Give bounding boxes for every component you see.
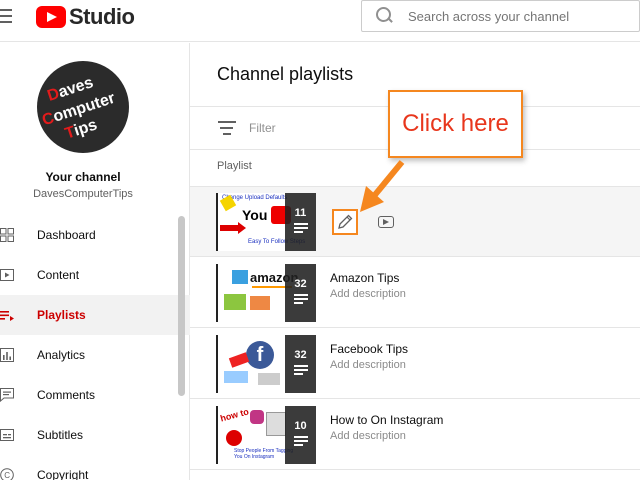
sidebar-item-label: Subtitles: [37, 428, 84, 442]
facebook-logo-graphic: f: [246, 341, 274, 369]
channel-handle: DavesComputerTips: [33, 188, 133, 200]
subtitles-icon: [0, 429, 14, 441]
sidebar-nav: Dashboard Content Playlists Analytics Co…: [0, 215, 190, 480]
playlist-description[interactable]: Add description: [330, 359, 406, 371]
sidebar-item-label: Copyright: [37, 468, 89, 480]
callout-text: Click here: [402, 110, 509, 137]
column-header-playlist: Playlist: [217, 160, 252, 172]
product-graphic: [224, 294, 246, 310]
youtube-word-graphic: You: [242, 207, 268, 223]
sidebar-item-subtitles[interactable]: Subtitles: [0, 415, 190, 455]
callout-arrow: [360, 160, 405, 212]
playlist-icon: [293, 294, 308, 304]
playlist-thumbnail[interactable]: amazon 32: [216, 264, 316, 322]
video-count-overlay: 10: [285, 406, 316, 464]
playlist-thumbnail[interactable]: Change Upload Defaults You Easy To Follo…: [216, 193, 316, 251]
table-row[interactable]: amazon 32 Amazon Tips Add description: [190, 258, 640, 328]
sidebar-item-content[interactable]: Content: [0, 255, 190, 295]
video-count-overlay: 32: [285, 264, 316, 322]
sidebar-item-analytics[interactable]: Analytics: [0, 335, 190, 375]
sidebar-item-label: Playlists: [37, 308, 86, 322]
svg-text:C: C: [4, 471, 10, 480]
search-icon: [376, 7, 394, 25]
red-arrow-graphic: [220, 225, 238, 231]
sidebar: Daves Computer Tips Your channel DavesCo…: [0, 43, 190, 480]
sidebar-item-copyright[interactable]: C Copyright: [0, 455, 190, 480]
sidebar-item-label: Dashboard: [37, 228, 96, 242]
fake-stamp-graphic: [228, 352, 250, 368]
your-channel-label: Your channel: [45, 170, 121, 184]
sidebar-item-label: Content: [37, 268, 80, 282]
product-graphic: [250, 296, 270, 310]
youtube-studio-logo[interactable]: Studio: [36, 4, 135, 30]
playlist-icon: [293, 365, 308, 375]
table-row[interactable]: Change Upload Defaults You Easy To Follo…: [190, 187, 640, 257]
blue-box-graphic: [232, 270, 248, 284]
video-count: 11: [294, 207, 307, 219]
analytics-icon: [0, 348, 14, 362]
menu-icon[interactable]: [0, 9, 16, 25]
playlist-thumbnail[interactable]: how to Stop People From Tagging You On I…: [216, 406, 316, 464]
content-icon: [0, 269, 14, 281]
top-header: Studio Search across your channel: [0, 0, 640, 42]
table-row[interactable]: how to Stop People From Tagging You On I…: [190, 400, 640, 470]
filter-icon[interactable]: [218, 121, 236, 135]
avatar[interactable]: Daves Computer Tips: [37, 61, 129, 153]
playlist-thumbnail[interactable]: f 32: [216, 335, 316, 393]
youtube-play-icon: [36, 6, 66, 28]
stop-sign-graphic: [226, 430, 242, 446]
sidebar-item-playlists[interactable]: Playlists: [0, 295, 190, 335]
logo-text: Studio: [69, 4, 135, 29]
video-count: 10: [294, 420, 307, 432]
playlist-description[interactable]: Add description: [330, 430, 406, 442]
playlist-icon: [293, 436, 308, 446]
video-count-overlay: 32: [285, 335, 316, 393]
video-count: 32: [294, 349, 307, 361]
search-input[interactable]: Search across your channel: [361, 0, 640, 32]
playlist-icon: [293, 223, 308, 233]
search-placeholder: Search across your channel: [408, 8, 570, 24]
video-count: 32: [294, 278, 307, 290]
click-here-callout: Click here: [388, 90, 523, 158]
sidebar-scrollbar[interactable]: [178, 216, 185, 396]
playlists-icon: [0, 311, 14, 321]
page-title: Channel playlists: [217, 64, 354, 84]
screen-graphic: [258, 373, 280, 385]
sidebar-item-dashboard[interactable]: Dashboard: [0, 215, 190, 255]
playlist-title[interactable]: Facebook Tips: [330, 342, 408, 356]
instagram-icon-graphic: [250, 410, 264, 424]
comments-icon: [0, 388, 14, 402]
sidebar-item-label: Comments: [37, 388, 96, 402]
sidebar-item-label: Analytics: [37, 348, 86, 362]
playlist-title[interactable]: How to On Instagram: [330, 413, 443, 427]
phone-graphic: [266, 412, 286, 436]
table-row[interactable]: f 32 Facebook Tips Add description: [190, 329, 640, 399]
video-count-overlay: 11: [285, 193, 316, 251]
dashboard-icon: [0, 228, 14, 242]
playlist-title[interactable]: Amazon Tips: [330, 271, 399, 285]
copyright-icon: C: [0, 468, 14, 480]
red-arrow-head: [238, 222, 246, 234]
filter-input[interactable]: Filter: [249, 121, 276, 135]
playlist-description[interactable]: Add description: [330, 288, 406, 300]
screen-graphic: [224, 371, 248, 383]
how-to-graphic: how to: [219, 406, 250, 424]
sidebar-item-comments[interactable]: Comments: [0, 375, 190, 415]
